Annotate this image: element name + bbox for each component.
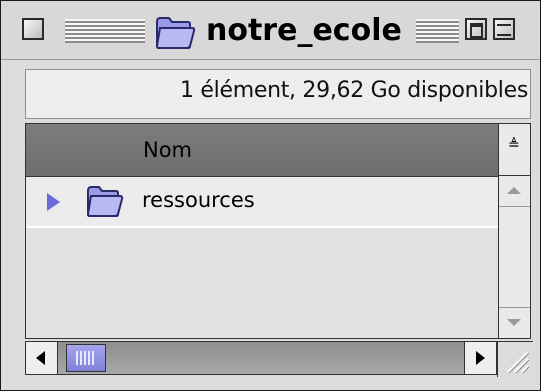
disclosure-triangle-icon[interactable]	[47, 193, 60, 211]
folder-icon	[86, 186, 124, 217]
scroll-up-arrow-icon[interactable]	[499, 176, 530, 207]
title-bar[interactable]: notre_ecole	[1, 1, 540, 60]
windowshade-button[interactable]	[493, 18, 515, 40]
scroll-left-arrow-icon[interactable]	[26, 342, 58, 374]
resize-grip-icon[interactable]	[497, 341, 533, 377]
scroll-thumb[interactable]	[66, 344, 106, 372]
list-item-label: ressources	[142, 188, 255, 212]
sort-direction-button[interactable]: ≜	[498, 124, 530, 176]
scroll-right-arrow-icon[interactable]	[464, 342, 496, 374]
info-bar: 1 élément, 29,62 Go disponibles	[25, 69, 531, 119]
column-header-name[interactable]: Nom	[26, 124, 498, 177]
resize-grip-lines	[507, 351, 530, 374]
folder-icon	[155, 17, 196, 49]
sort-direction-icon: ≜	[508, 137, 520, 153]
title-stripes-right	[416, 19, 459, 43]
column-header-label: Nom	[143, 138, 193, 162]
horizontal-scrollbar[interactable]	[25, 341, 497, 375]
file-list: Nom ≜ ressources	[25, 123, 531, 339]
vertical-scrollbar[interactable]	[498, 176, 530, 338]
item-count-status: 1 élément, 29,62 Go disponibles	[180, 78, 528, 103]
scroll-down-arrow-icon[interactable]	[499, 307, 530, 338]
title-stripes-left	[65, 19, 145, 43]
close-box-button[interactable]	[22, 18, 44, 40]
window-title: notre_ecole	[206, 13, 402, 48]
zoom-box-button[interactable]	[465, 18, 487, 40]
finder-window: notre_ecole 1 élément, 29,62 Go disponib…	[0, 0, 541, 391]
list-rows: ressources	[26, 177, 498, 338]
list-item[interactable]: ressources	[26, 177, 498, 228]
